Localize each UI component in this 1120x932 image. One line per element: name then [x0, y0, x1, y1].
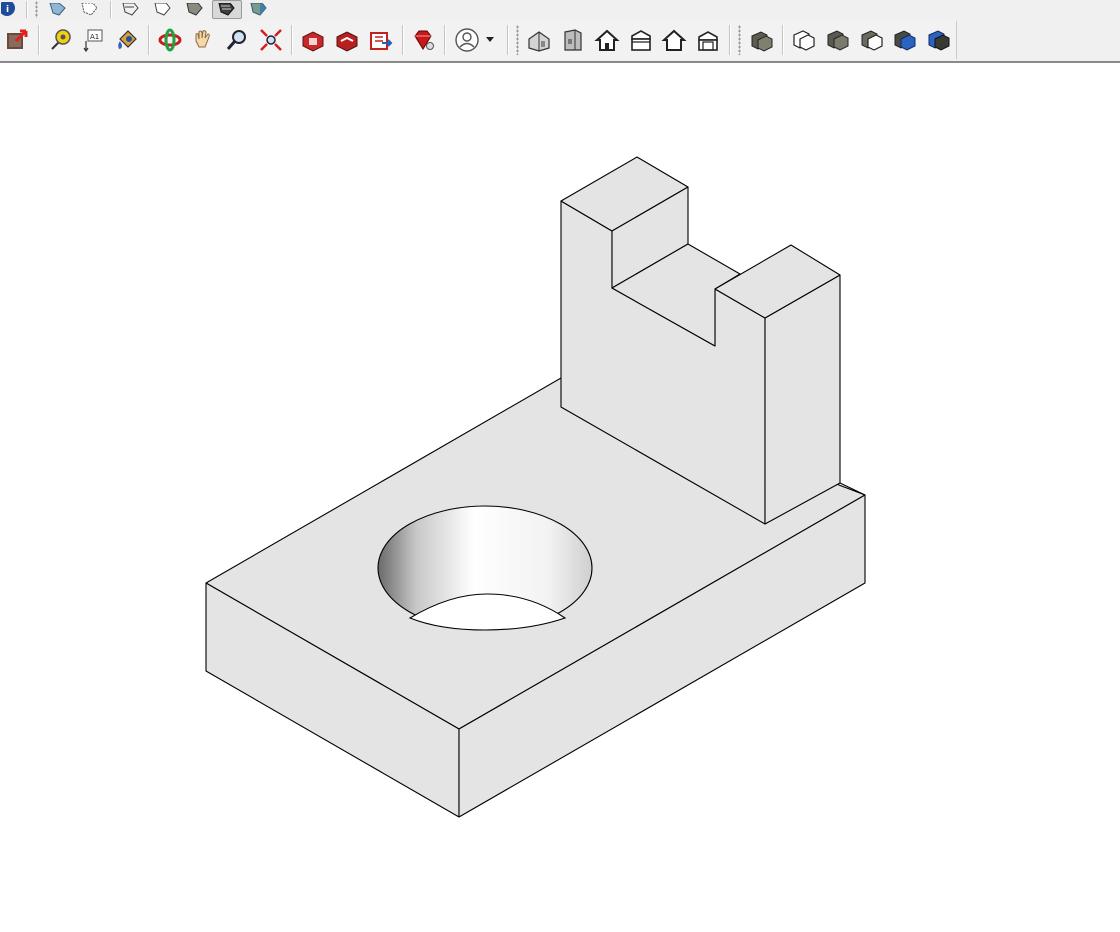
toolbar-separator	[147, 25, 149, 55]
ruby-console-icon[interactable]	[408, 24, 440, 56]
toolbar-separator	[506, 25, 508, 55]
styles-toolbar: i	[0, 0, 300, 19]
right-view-icon[interactable]	[625, 24, 657, 56]
shaded-with-textures-style-icon[interactable]	[212, 0, 242, 19]
zoom-icon[interactable]	[221, 24, 253, 56]
pan-hand-icon[interactable]	[187, 24, 219, 56]
union-icon[interactable]	[788, 24, 820, 56]
orbit-icon[interactable]	[154, 24, 186, 56]
zoom-extents-icon[interactable]	[255, 24, 287, 56]
toolbar-grip[interactable]	[35, 1, 38, 18]
monochrome-style-icon[interactable]	[244, 0, 274, 19]
svg-text:i: i	[6, 5, 9, 15]
share-model-icon[interactable]	[331, 24, 363, 56]
shaded-style-icon[interactable]	[180, 0, 210, 19]
split-icon[interactable]	[923, 24, 955, 56]
svg-text:A1: A1	[90, 33, 99, 41]
paint-bucket-icon[interactable]	[111, 24, 143, 56]
back-view-icon[interactable]	[658, 24, 690, 56]
main-toolbar: A1	[0, 21, 957, 59]
xray-style-icon[interactable]	[43, 0, 73, 19]
toolbar-separator	[110, 1, 111, 18]
toolbar-separator	[291, 25, 293, 55]
select-arrow-icon[interactable]	[1, 24, 33, 56]
tape-measure-icon[interactable]	[44, 24, 76, 56]
toolbar-separator	[728, 25, 730, 55]
upright-side-face	[764, 274, 841, 525]
trim-icon[interactable]	[856, 24, 888, 56]
model-viewport[interactable]	[0, 62, 1120, 932]
subtract-icon[interactable]	[822, 24, 854, 56]
outer-shell-icon[interactable]	[746, 24, 778, 56]
intersect-icon[interactable]	[889, 24, 921, 56]
toolbar-grip[interactable]	[515, 25, 519, 55]
hidden-line-style-icon[interactable]	[148, 0, 178, 19]
extension-warehouse-icon[interactable]	[365, 24, 397, 56]
toolbar-separator	[782, 25, 784, 55]
left-view-icon[interactable]	[692, 24, 724, 56]
toolbar-area: i A1	[0, 0, 1120, 63]
top-view-icon[interactable]	[591, 24, 623, 56]
toolbar-separator	[444, 25, 446, 55]
toolbar-grip[interactable]	[737, 25, 741, 55]
wireframe-style-icon[interactable]	[116, 0, 146, 19]
toolbar-separator	[37, 25, 39, 55]
iso-view-icon[interactable]	[524, 24, 556, 56]
model-drawing[interactable]	[0, 62, 1120, 932]
back-edges-style-icon[interactable]	[75, 0, 105, 19]
text-tool-icon[interactable]: A1	[77, 24, 109, 56]
warehouse-icon[interactable]	[297, 24, 329, 56]
toolbar-separator	[26, 1, 27, 18]
toolbar-separator	[401, 25, 403, 55]
bore-hole	[377, 505, 593, 631]
front-view-icon[interactable]	[557, 24, 589, 56]
account-avatar-icon[interactable]	[450, 24, 502, 56]
model-info-icon[interactable]: i	[1, 0, 21, 19]
